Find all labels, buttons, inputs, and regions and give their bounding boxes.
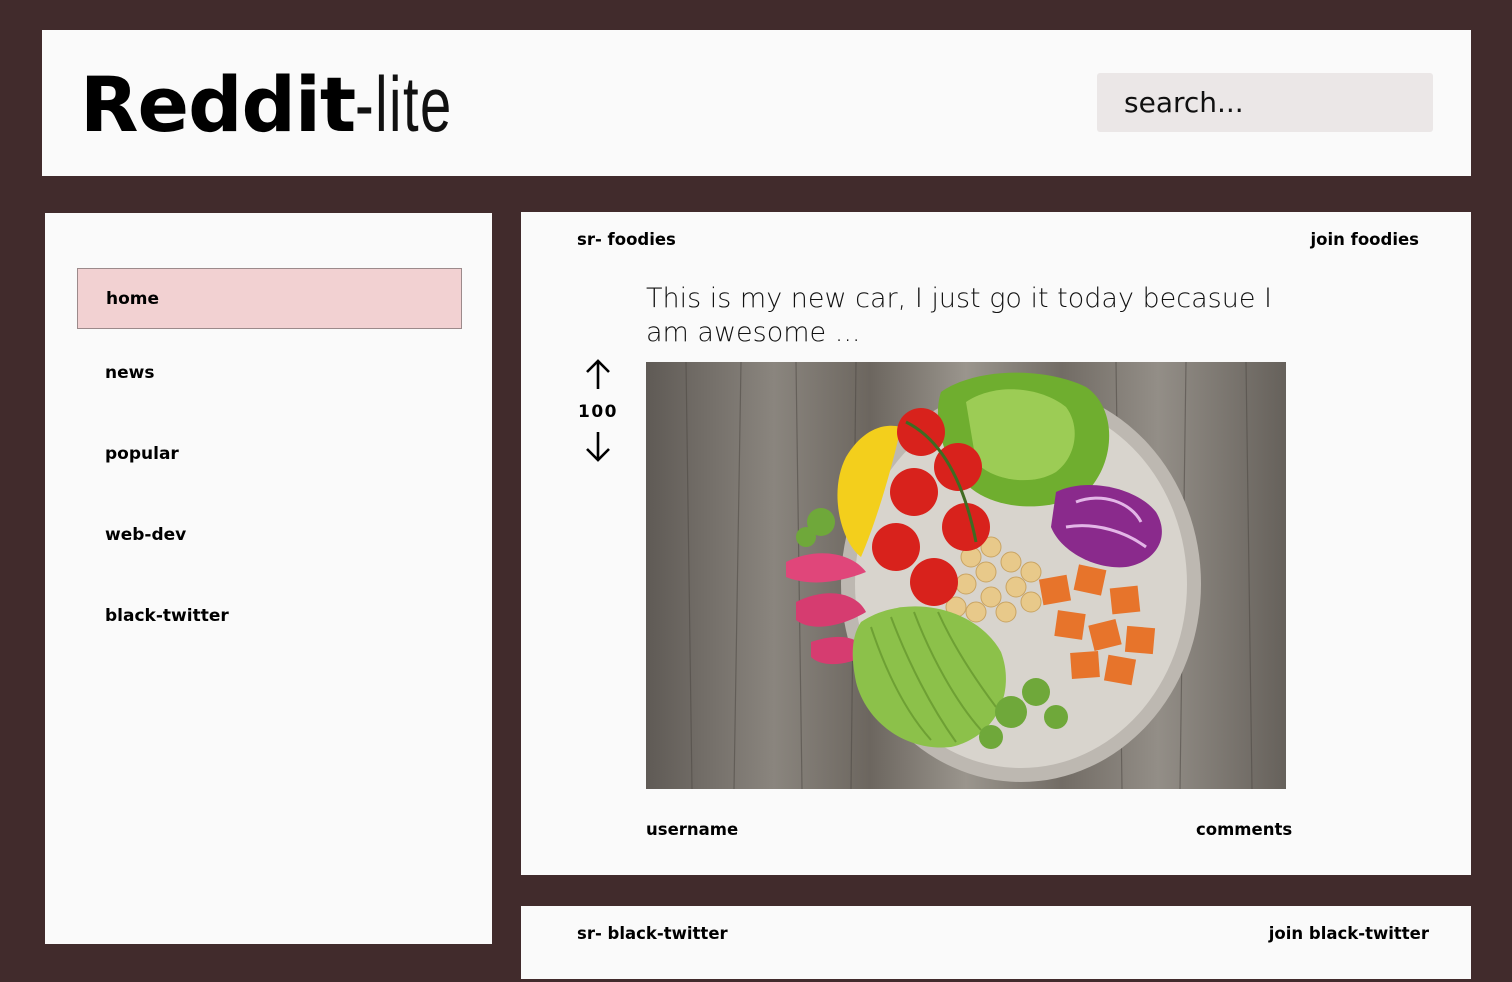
sidebar-item-black-twitter[interactable]: black-twitter — [77, 585, 462, 646]
post-card: sr- black-twitter join black-twitter — [521, 906, 1471, 979]
sidebar-item-web-dev[interactable]: web-dev — [77, 504, 462, 565]
sidebar-item-home[interactable]: home — [77, 268, 462, 329]
header: Reddit -lite — [42, 30, 1471, 176]
post-title[interactable]: This is my new car, I just go it today b… — [646, 282, 1286, 350]
sidebar-item-label: home — [106, 288, 160, 309]
upvote-arrow-icon[interactable] — [573, 357, 623, 393]
post-subreddit[interactable]: sr- black-twitter — [577, 924, 728, 943]
post-subreddit[interactable]: sr- foodies — [577, 230, 676, 249]
join-subreddit-button[interactable]: join black-twitter — [1269, 924, 1429, 943]
vote-controls: 100 — [573, 357, 623, 464]
sidebar-item-popular[interactable]: popular — [77, 423, 462, 484]
post-username[interactable]: username — [646, 820, 738, 839]
sidebar-item-news[interactable]: news — [77, 342, 462, 403]
logo-bold-text: Reddit — [80, 60, 356, 149]
downvote-arrow-icon[interactable] — [573, 428, 623, 464]
vote-score: 100 — [578, 402, 618, 422]
post-card: sr- foodies join foodies This is my new … — [521, 212, 1471, 875]
logo[interactable]: Reddit -lite — [80, 60, 491, 149]
logo-light-text: -lite — [355, 60, 453, 148]
post-image[interactable] — [646, 362, 1286, 789]
sidebar: home news popular web-dev black-twitter — [45, 213, 492, 944]
sidebar-item-label: black-twitter — [105, 605, 229, 626]
sidebar-item-label: web-dev — [105, 524, 187, 545]
sidebar-item-label: news — [105, 362, 155, 383]
search-input[interactable] — [1097, 73, 1433, 132]
post-comments-link[interactable]: comments — [1196, 820, 1292, 839]
join-subreddit-button[interactable]: join foodies — [1311, 230, 1419, 249]
sidebar-item-label: popular — [105, 443, 179, 464]
